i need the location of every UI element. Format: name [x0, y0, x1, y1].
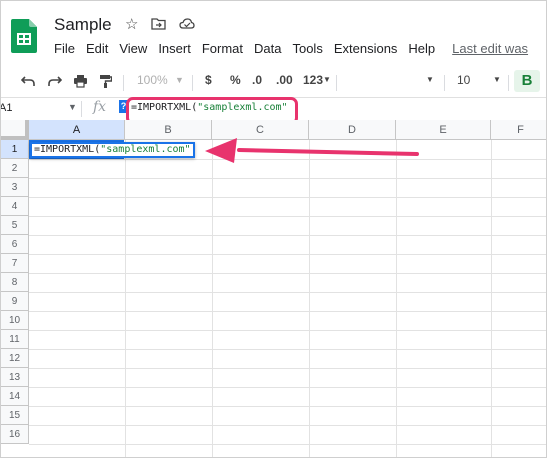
annotation-arrow — [205, 138, 419, 163]
app-window: Sample ☆ File Edit View Insert Format Da… — [0, 0, 547, 458]
